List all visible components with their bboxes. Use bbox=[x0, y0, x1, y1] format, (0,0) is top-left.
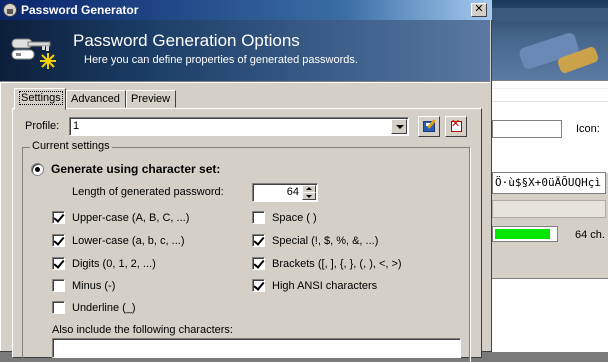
password-quality-bar bbox=[492, 226, 558, 242]
parent-icon-label: Icon: bbox=[576, 123, 600, 135]
lowercase-checkbox[interactable] bbox=[52, 234, 65, 247]
profile-label: Profile: bbox=[25, 120, 60, 132]
minus-label[interactable]: Minus (-) bbox=[72, 280, 115, 292]
generate-charset-label[interactable]: Generate using character set: bbox=[51, 162, 220, 176]
generate-charset-radio[interactable] bbox=[31, 163, 44, 176]
length-stepper[interactable]: 64 bbox=[252, 183, 318, 202]
delete-profile-button[interactable]: ✕ bbox=[445, 116, 467, 137]
save-profile-button[interactable] bbox=[418, 116, 440, 137]
length-down-button[interactable] bbox=[302, 192, 316, 200]
tab-settings[interactable]: Settings bbox=[14, 88, 66, 110]
password-generator-dialog: Password Generator ✕ Password Generation… bbox=[0, 0, 492, 362]
tab-advanced[interactable]: Advanced bbox=[66, 90, 126, 108]
close-button[interactable]: ✕ bbox=[471, 3, 487, 17]
parent-title-field[interactable] bbox=[492, 120, 562, 138]
parent-notes-area[interactable] bbox=[490, 278, 608, 352]
tab-preview[interactable]: Preview bbox=[126, 90, 176, 108]
parent-repeat-field[interactable] bbox=[492, 200, 606, 218]
also-include-input[interactable] bbox=[52, 338, 461, 358]
profile-value: 1 bbox=[73, 120, 80, 132]
special-label[interactable]: Special (!, $, %, &, ...) bbox=[272, 235, 378, 247]
lock-icon bbox=[3, 3, 17, 17]
digits-label[interactable]: Digits (0, 1, 2, ...) bbox=[72, 258, 156, 270]
brackets-label[interactable]: Brackets ([, ], {, }, (, ), <, >) bbox=[272, 258, 402, 270]
high-ansi-checkbox[interactable] bbox=[252, 279, 265, 292]
underline-label[interactable]: Underline (_) bbox=[72, 302, 136, 314]
space-label[interactable]: Space ( ) bbox=[272, 212, 317, 224]
dialog-titlebar[interactable]: Password Generator ✕ bbox=[0, 0, 492, 20]
special-checkbox[interactable] bbox=[252, 234, 265, 247]
banner-subtitle: Here you can define properties of genera… bbox=[84, 54, 358, 66]
current-settings-label: Current settings bbox=[30, 140, 112, 152]
dialog-banner: Password Generation Options Here you can… bbox=[0, 20, 490, 81]
delete-profile-icon: ✕ bbox=[451, 118, 461, 130]
also-include-label: Also include the following characters: bbox=[52, 324, 233, 336]
minus-checkbox[interactable] bbox=[52, 279, 65, 292]
banner-title: Password Generation Options bbox=[73, 31, 300, 50]
length-label: Length of generated password: bbox=[72, 186, 224, 198]
length-value: 64 bbox=[286, 186, 299, 198]
high-ansi-label[interactable]: High ANSI characters bbox=[272, 280, 377, 292]
space-checkbox[interactable] bbox=[252, 211, 265, 224]
chevron-down-icon[interactable] bbox=[391, 119, 407, 134]
parent-password-field[interactable]: Ö·ù$§X+0üÄÕUQHçì bbox=[492, 172, 606, 194]
uppercase-checkbox[interactable] bbox=[52, 211, 65, 224]
password-quality-label: 64 ch. bbox=[575, 229, 605, 241]
parent-banner bbox=[490, 0, 608, 80]
brackets-checkbox[interactable] bbox=[252, 257, 265, 270]
keys-icon bbox=[11, 38, 56, 69]
dialog-title: Password Generator bbox=[21, 3, 139, 17]
lowercase-label[interactable]: Lower-case (a, b, c, ...) bbox=[72, 235, 184, 247]
profile-dropdown[interactable]: 1 bbox=[69, 117, 409, 136]
uppercase-label[interactable]: Upper-case (A, B, C, ...) bbox=[72, 212, 189, 224]
digits-checkbox[interactable] bbox=[52, 257, 65, 270]
underline-checkbox[interactable] bbox=[52, 301, 65, 314]
